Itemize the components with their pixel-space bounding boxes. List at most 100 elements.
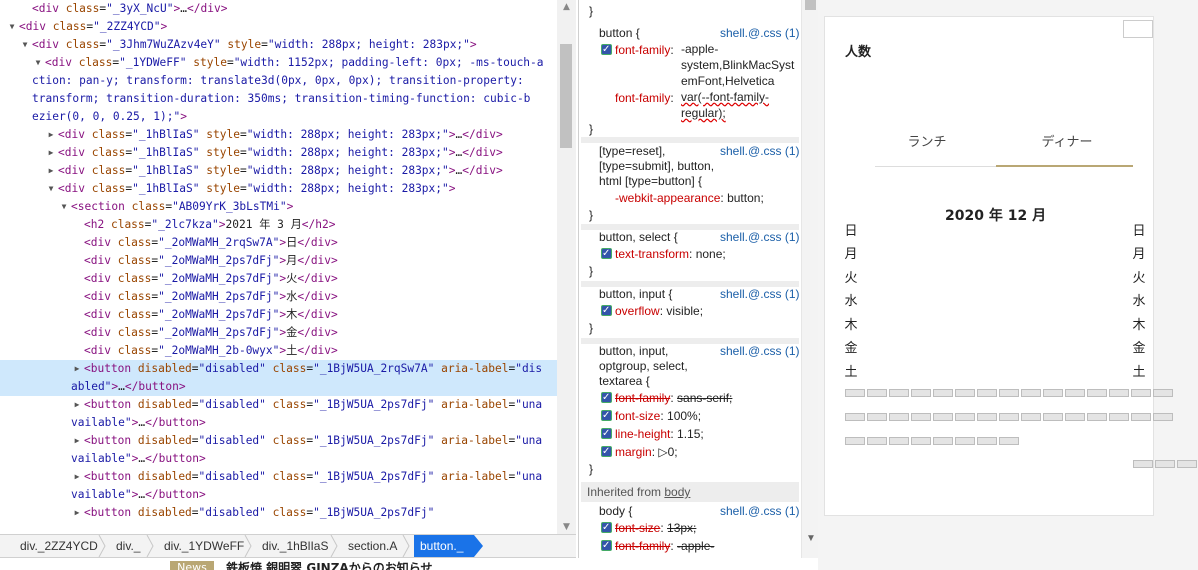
expand-arrow-icon[interactable]: ▶	[46, 126, 56, 144]
breadcrumb-item[interactable]: div._2ZZ4YCD	[14, 535, 102, 557]
property-value[interactable]: 13px;	[667, 521, 696, 535]
property-checkbox[interactable]	[601, 426, 612, 442]
css-property[interactable]: font-family:	[601, 42, 674, 58]
property-name[interactable]: font-family	[615, 391, 670, 405]
calendar-day-button[interactable]	[1155, 460, 1175, 468]
css-selector[interactable]: button, select {	[599, 230, 678, 244]
calendar-day-button[interactable]	[911, 413, 931, 421]
css-property[interactable]: font-family:	[601, 90, 674, 106]
calendar-day-button[interactable]	[889, 437, 909, 445]
scroll-down-arrow-icon[interactable]: ▼	[557, 520, 576, 534]
css-selector[interactable]: body {	[599, 504, 632, 518]
css-selector[interactable]: button, input,	[599, 344, 668, 358]
expand-arrow-icon[interactable]: ▶	[72, 504, 82, 522]
calendar-day-button[interactable]	[1087, 413, 1107, 421]
dom-node[interactable]: <div class="_2oMWaMH_2ps7dFj">金</div>	[0, 324, 557, 342]
property-name[interactable]: -webkit-appearance	[615, 191, 720, 205]
dom-node[interactable]: ▶ <button disabled="disabled" class="_1Bj…	[0, 432, 557, 450]
dom-node-continuation[interactable]: vailable">…</button>	[0, 486, 557, 504]
dom-node[interactable]: ▶ <button disabled="disabled" class="_1Bj…	[0, 468, 557, 486]
css-property[interactable]: -webkit-appearance: button;	[601, 190, 764, 206]
tab-lunch[interactable]: ランチ	[897, 131, 957, 150]
calendar-day-button[interactable]	[933, 389, 953, 397]
dom-node-continuation[interactable]: ction: pan-y; transform: translate3d(0px…	[0, 72, 557, 90]
property-checkbox[interactable]	[601, 444, 612, 460]
breadcrumb-item[interactable]: section.A	[342, 535, 406, 557]
calendar-day-button[interactable]	[845, 413, 865, 421]
calendar-day-button[interactable]	[1087, 389, 1107, 397]
property-name[interactable]: overflow	[615, 304, 660, 318]
calendar-day-button[interactable]	[1043, 413, 1063, 421]
scroll-down-arrow-icon[interactable]: ▼	[802, 533, 818, 544]
property-name[interactable]: text-transform	[615, 247, 689, 261]
property-value[interactable]: var(--font-family-	[681, 90, 769, 104]
property-name[interactable]: font-size	[615, 409, 660, 423]
calendar-day-button[interactable]	[1131, 389, 1151, 397]
dom-node[interactable]: ▶ <button disabled="disabled" class="_1Bj…	[0, 360, 557, 378]
calendar-day-button[interactable]	[955, 437, 975, 445]
dom-node[interactable]: <div class="_2oMWaMH_2b-0wyx">土</div>	[0, 342, 557, 360]
property-value[interactable]: -apple-	[677, 539, 714, 553]
calendar-day-button[interactable]	[977, 389, 997, 397]
property-checkbox[interactable]	[601, 42, 612, 58]
dom-node-continuation[interactable]: transform; transition-duration: 350ms; t…	[0, 90, 557, 108]
dom-node[interactable]: <div class="_2oMWaMH_2ps7dFj">水</div>	[0, 288, 557, 306]
property-value[interactable]: 100%;	[667, 409, 701, 423]
dom-node[interactable]: ▼ <div class="_1hBlIaS" style="width: 288…	[0, 180, 557, 198]
dom-node[interactable]: <div class="_3yX_NcU">…</div>	[0, 0, 557, 18]
dom-node[interactable]: ▼ <section class="AB09YrK_3bLsTMi">	[0, 198, 557, 216]
collapse-arrow-icon[interactable]: ▼	[59, 198, 69, 216]
css-selector[interactable]: button {	[599, 26, 640, 40]
expand-arrow-icon[interactable]: ▶	[72, 360, 82, 378]
calendar-day-button[interactable]	[845, 437, 865, 445]
dom-node[interactable]: ▶ <button disabled="disabled" class="_1Bj…	[0, 396, 557, 414]
expand-arrow-icon[interactable]: ▶	[46, 144, 56, 162]
dom-tree-scrollbar[interactable]: ▲ ▼	[557, 0, 576, 534]
expand-arrow-icon[interactable]: ▶	[72, 396, 82, 414]
dom-node[interactable]: <div class="_2oMWaMH_2ps7dFj">火</div>	[0, 270, 557, 288]
css-property[interactable]: font-size: 13px;	[601, 520, 696, 536]
scroll-up-arrow-icon[interactable]: ▲	[557, 0, 576, 14]
collapse-arrow-icon[interactable]: ▼	[20, 36, 30, 54]
stylesheet-link[interactable]: shell.@.css (1)	[720, 230, 800, 244]
expand-arrow-icon[interactable]: ▶	[46, 162, 56, 180]
dom-node[interactable]: ▼ <div class="_3Jhm7WuZAzv4eY" style="wid…	[0, 36, 557, 54]
dom-node[interactable]: ▼ <div class="_1YDWeFF" style="width: 115…	[0, 54, 557, 72]
property-value[interactable]: visible;	[666, 304, 703, 318]
property-value[interactable]: none;	[696, 247, 726, 261]
property-value[interactable]: emFont,Helvetica	[681, 74, 774, 88]
breadcrumb-item[interactable]: div._1hBlIaS	[256, 535, 334, 557]
calendar-day-button[interactable]	[889, 389, 909, 397]
expand-arrow-icon[interactable]: ▶	[72, 432, 82, 450]
css-selector[interactable]: button, input {	[599, 287, 672, 301]
css-property[interactable]: margin: ▷0;	[601, 444, 678, 460]
property-name[interactable]: line-height	[615, 427, 670, 441]
css-property[interactable]: font-family: sans-serif;	[601, 390, 732, 406]
property-value[interactable]: sans-serif;	[677, 391, 732, 405]
calendar-day-button[interactable]	[1131, 413, 1151, 421]
dom-node[interactable]: ▶ <button disabled="disabled" class="_1Bj…	[0, 504, 557, 522]
calendar-day-button[interactable]	[867, 389, 887, 397]
css-selector[interactable]: textarea {	[599, 374, 650, 388]
dom-node[interactable]: ▶ <div class="_1hBlIaS" style="width: 288…	[0, 162, 557, 180]
property-name[interactable]: font-family	[615, 539, 670, 553]
calendar-day-button[interactable]	[977, 413, 997, 421]
property-name[interactable]: margin	[615, 445, 652, 459]
calendar-day-button[interactable]	[1065, 389, 1085, 397]
collapse-arrow-icon[interactable]: ▼	[46, 180, 56, 198]
stylesheet-link[interactable]: shell.@.css (1)	[720, 504, 800, 518]
stylesheet-link[interactable]: shell.@.css (1)	[720, 26, 800, 40]
calendar-day-button[interactable]	[999, 437, 1019, 445]
calendar-day-button[interactable]	[999, 413, 1019, 421]
calendar-day-button[interactable]	[1021, 413, 1041, 421]
property-value[interactable]: ▷0;	[658, 445, 677, 459]
calendar-day-button[interactable]	[1109, 389, 1129, 397]
calendar-day-button[interactable]	[911, 389, 931, 397]
calendar-day-button[interactable]	[977, 437, 997, 445]
css-selector[interactable]: [type=submit], button,	[599, 159, 714, 173]
inherited-element-link[interactable]: body	[664, 485, 690, 499]
calendar-day-button[interactable]	[1043, 389, 1063, 397]
css-property[interactable]: font-size: 100%;	[601, 408, 701, 424]
calendar-day-button[interactable]	[933, 437, 953, 445]
property-value[interactable]: -apple-	[681, 42, 718, 56]
